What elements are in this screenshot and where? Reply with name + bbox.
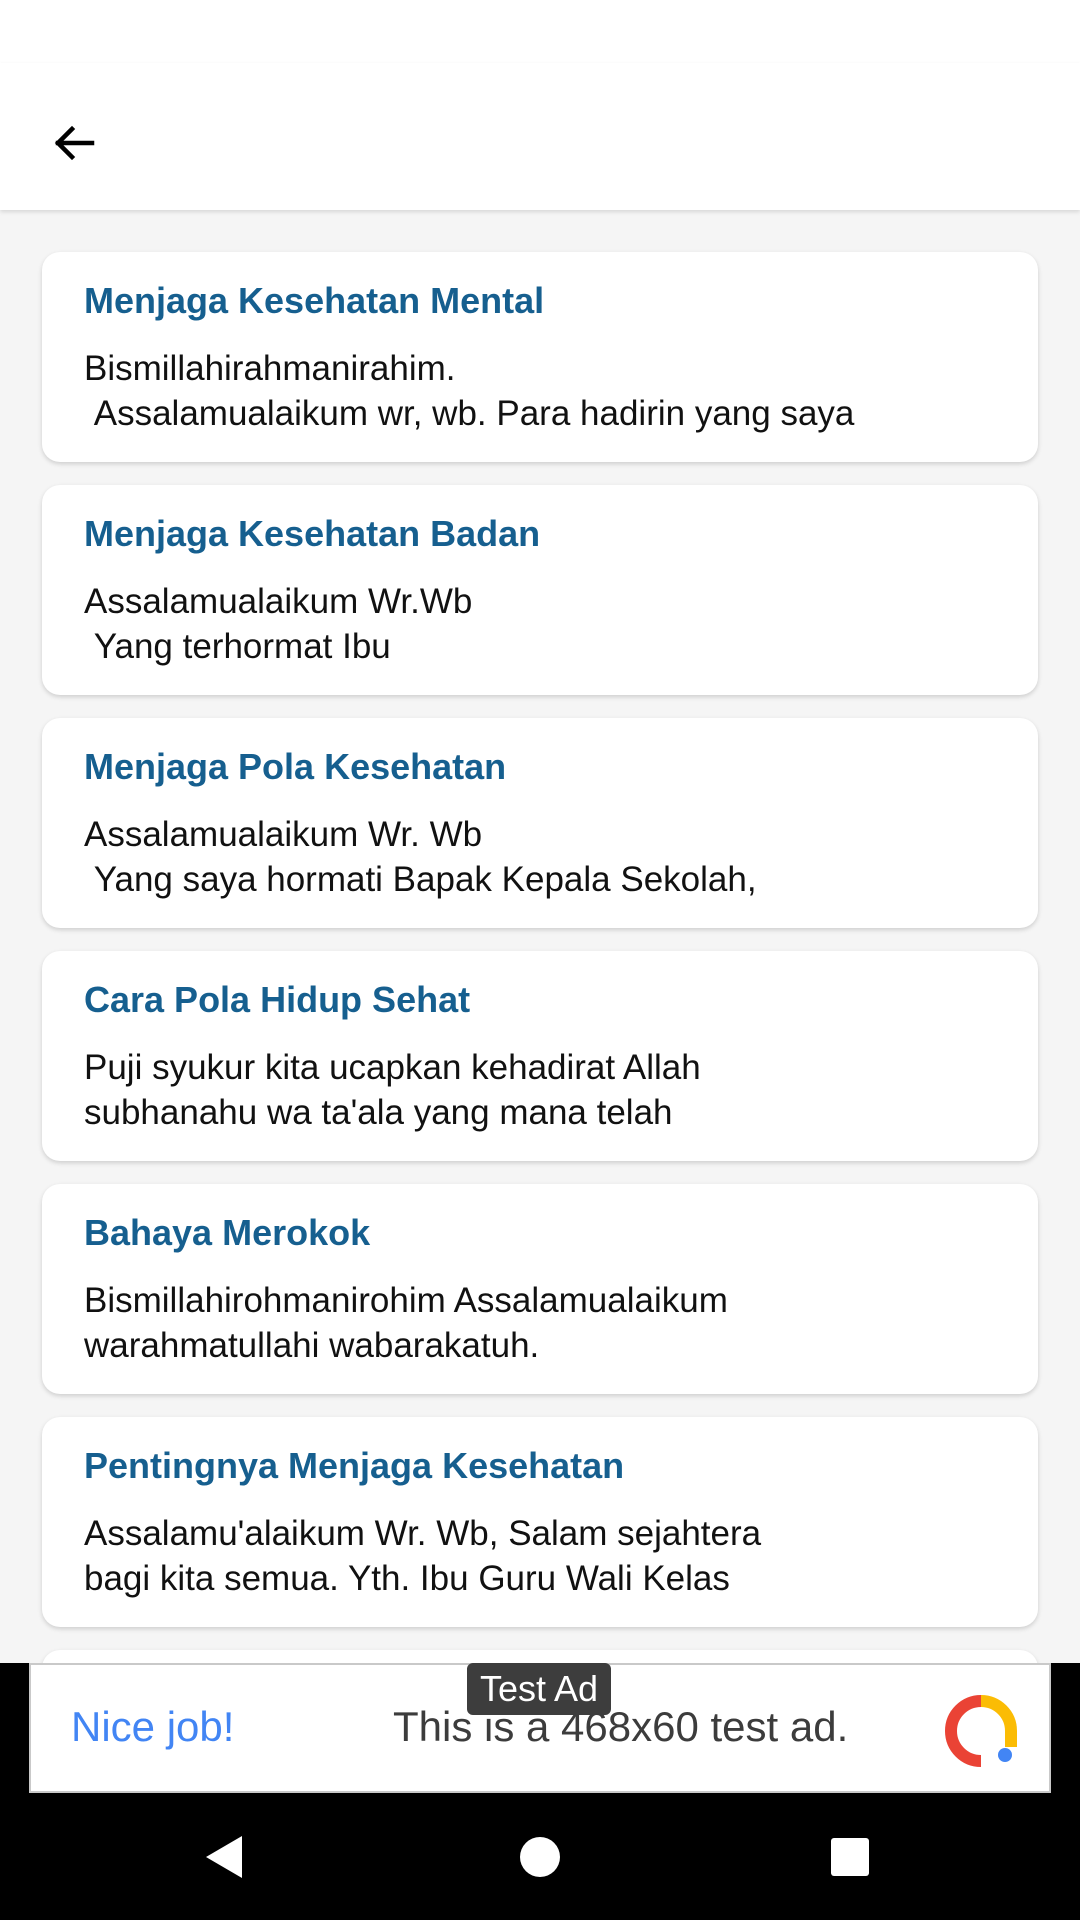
article-preview: Assalamu'alaikum Wr. Wb, Salam sejahtera… [84,1514,762,1598]
article-list[interactable]: Menjaga Kesehatan Mental Bismillahirahma… [0,210,1080,1663]
article-title: Menjaga Kesehatan Mental [84,280,545,321]
system-nav-bar [0,1793,1080,1920]
article-title: Menjaga Pola Kesehatan [84,746,507,787]
nav-recents-icon [831,1838,869,1876]
article-card[interactable]: Menjaga Pola Kesehatan Assalamualaikum W… [42,718,1038,928]
article-preview: Assalamualaikum Wr.Wb Yang terhormat Ibu [84,582,473,666]
nav-back-button[interactable] [193,1825,257,1889]
article-card-partial[interactable] [42,1650,1038,1663]
arrow-left-icon [54,125,95,161]
article-title: Cara Pola Hidup Sehat [84,979,471,1020]
nav-back-icon [206,1836,242,1878]
article-card[interactable]: Menjaga Kesehatan Badan Assalamualaikum … [42,485,1038,695]
article-card[interactable]: Bahaya Merokok Bismillahirohmanirohim As… [42,1184,1038,1394]
article-title: Pentingnya Menjaga Kesehatan [84,1445,625,1486]
ad-text: This is a 468x60 test ad. [393,1703,849,1750]
article-card[interactable]: Menjaga Kesehatan Mental Bismillahirahma… [42,252,1038,462]
article-preview: Puji syukur kita ucapkan kehadirat Allah… [84,1048,701,1132]
article-title: Bahaya Merokok [84,1212,371,1253]
test-ad-label: Test Ad [467,1663,611,1715]
status-bar [0,0,1080,63]
admob-logo-icon [945,1695,1017,1767]
article-preview: Bismillahirahmanirahim. Assalamualaikum … [84,349,855,433]
nav-home-button[interactable] [508,1825,572,1889]
back-button[interactable] [38,107,110,179]
app-bar [0,63,1080,210]
article-card[interactable]: Cara Pola Hidup Sehat Puji syukur kita u… [42,951,1038,1161]
article-preview: Assalamualaikum Wr. Wb Yang saya hormati… [84,815,757,899]
article-preview: Bismillahirohmanirohim Assalamualaikum w… [84,1281,728,1365]
nav-recents-button[interactable] [818,1825,882,1889]
article-card[interactable]: Pentingnya Menjaga Kesehatan Assalamu'al… [42,1417,1038,1627]
ad-headline: Nice job! [71,1703,235,1750]
nav-home-icon [520,1837,560,1877]
article-title: Menjaga Kesehatan Badan [84,513,541,554]
